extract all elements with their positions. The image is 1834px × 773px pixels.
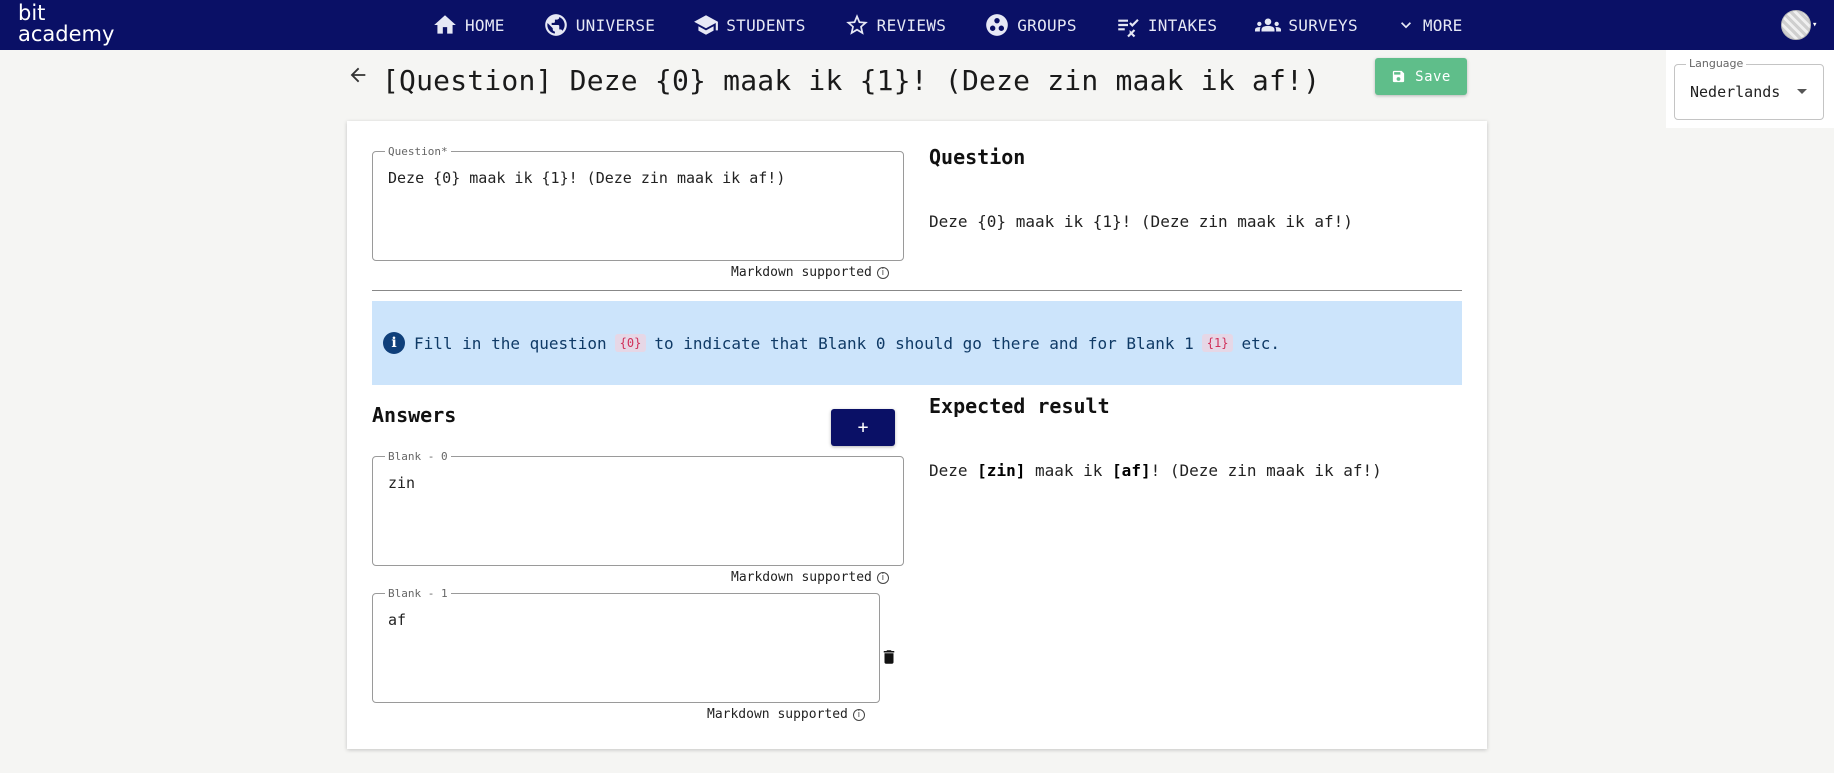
blank-1-value: af (388, 611, 407, 629)
alert-text-1: Fill in the question (414, 333, 607, 353)
nav-item-home[interactable]: HOME (432, 0, 505, 50)
nav-item-groups[interactable]: GROUPS (984, 0, 1077, 50)
home-icon (434, 15, 456, 34)
nav-label: INTAKES (1147, 15, 1218, 35)
top-navbar: bit academy HOME UNIVERSE STUDENTS REVIE… (0, 0, 1834, 50)
language-value: Nederlands (1690, 83, 1781, 101)
info-icon[interactable]: i (876, 266, 889, 279)
nav-label: STUDENTS (726, 15, 806, 35)
groups-icon (986, 14, 1009, 36)
people-icon (1255, 18, 1282, 32)
nav-item-universe[interactable]: UNIVERSE (543, 0, 655, 50)
info-icon[interactable]: i (852, 708, 865, 721)
star-icon (845, 14, 868, 35)
blank-0-value: zin (388, 474, 416, 492)
info-circle-icon: i (383, 332, 405, 354)
globe-icon (544, 14, 567, 36)
caret-down-icon: ▾ (1812, 20, 1818, 30)
alert-text-3: etc. (1241, 333, 1280, 353)
info-alert: i Fill in the question {0} to indicate t… (372, 301, 1462, 385)
alert-code-0: {0} (614, 334, 647, 352)
markdown-note: Markdown supported i (731, 265, 889, 280)
nav-item-students[interactable]: STUDENTS (693, 0, 805, 50)
alert-text-2: to indicate that Blank 0 should go there… (654, 333, 1194, 353)
nav-label: MORE (1422, 15, 1463, 35)
save-label: Save (1415, 68, 1451, 85)
markdown-note-label: Markdown supported (707, 707, 848, 722)
save-button[interactable]: Save (1375, 58, 1467, 95)
logo-line-1: bit (18, 1, 46, 25)
back-arrow-icon[interactable] (347, 64, 369, 86)
question-field-legend: Question* (385, 145, 451, 158)
question-preview-heading: Question (929, 145, 1026, 169)
question-preview-text: Deze {0} maak ik {1}! (Deze zin maak ik … (929, 212, 1353, 231)
expected-post: ! (Deze zin maak ik af!) (1150, 461, 1382, 480)
expected-result-text: Deze [zin] maak ik [af]! (Deze zin maak … (929, 461, 1382, 480)
language-legend: Language (1686, 57, 1747, 70)
blank-0-field[interactable]: Blank - 0 zin (372, 450, 904, 566)
add-blank-button[interactable]: + (831, 409, 895, 446)
page-title: [Question] Deze {0} maak ik {1}! (Deze z… (382, 64, 1321, 97)
expected-result-heading: Expected result (929, 394, 1110, 418)
nav-label: SURVEYS (1288, 15, 1358, 35)
markdown-note: Markdown supported i (731, 570, 889, 585)
expected-mid: maak ik (1025, 461, 1113, 480)
nav-item-surveys[interactable]: SURVEYS (1255, 0, 1358, 50)
markdown-note-label: Markdown supported (731, 265, 872, 280)
bit-academy-logo[interactable]: bit academy (18, 3, 114, 45)
question-field-value: Deze {0} maak ik {1}! (Deze zin maak ik … (388, 169, 786, 187)
answers-heading: Answers (372, 403, 457, 427)
nav-label: REVIEWS (876, 15, 947, 35)
blank-0-legend: Blank - 0 (385, 450, 451, 463)
question-editor-card: Question* Deze {0} maak ik {1}! (Deze zi… (347, 121, 1487, 749)
markdown-note-label: Markdown supported (731, 570, 872, 585)
nav-item-more[interactable]: MORE (1396, 0, 1463, 50)
markdown-note: Markdown supported i (707, 707, 865, 722)
dropdown-caret-icon[interactable] (1797, 89, 1807, 94)
expected-blank-0: [zin] (977, 461, 1026, 480)
question-field[interactable]: Question* Deze {0} maak ik {1}! (Deze zi… (372, 145, 904, 261)
trash-icon[interactable] (880, 646, 898, 668)
blank-1-legend: Blank - 1 (385, 587, 451, 600)
info-icon[interactable]: i (876, 571, 889, 584)
chevron-down-icon (1400, 22, 1411, 29)
nav-label: HOME (465, 15, 505, 35)
alert-code-1: {1} (1201, 334, 1234, 352)
nav-item-intakes[interactable]: INTAKES (1115, 0, 1218, 50)
expected-blank-1: [af] (1112, 461, 1151, 480)
nav-item-reviews[interactable]: REVIEWS (844, 0, 947, 50)
expected-pre: Deze (929, 461, 978, 480)
floppy-disk-icon (1393, 70, 1405, 83)
checklist-icon (1118, 19, 1139, 38)
nav-label: UNIVERSE (575, 15, 656, 35)
graduation-cap-icon (694, 15, 719, 35)
avatar[interactable] (1781, 10, 1811, 40)
nav-label: GROUPS (1017, 15, 1077, 35)
section-divider (372, 290, 1462, 291)
logo-line-2: academy (18, 22, 115, 46)
blank-1-field[interactable]: Blank - 1 af (372, 587, 880, 703)
main-nav: HOME UNIVERSE STUDENTS REVIEWS GROUPS IN… (432, 0, 1501, 50)
user-menu[interactable]: ▾ (1781, 10, 1817, 40)
